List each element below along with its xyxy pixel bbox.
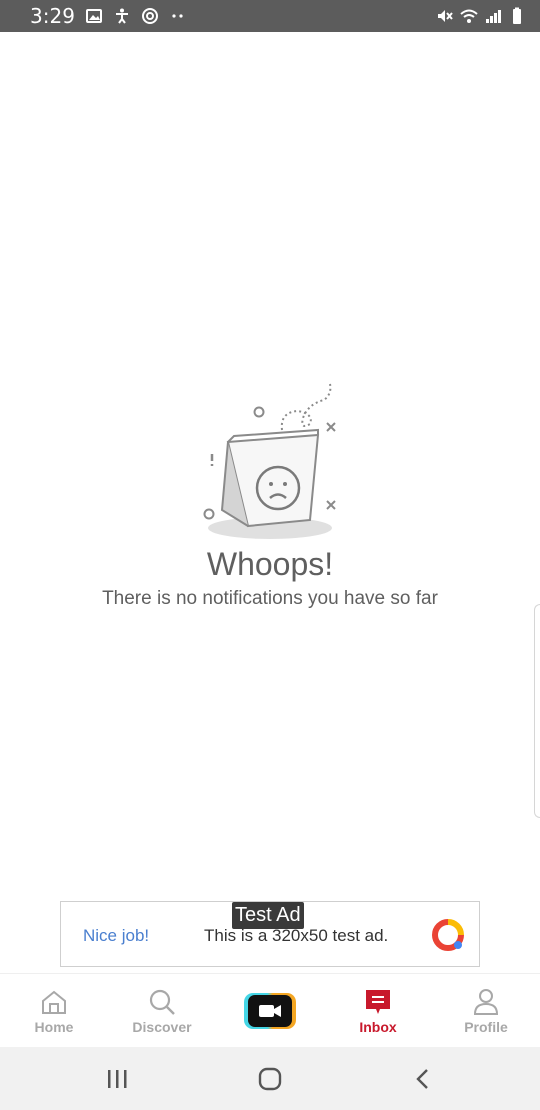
home-circle-icon [258, 1067, 282, 1090]
status-left-icons [85, 7, 187, 25]
back-icon [416, 1068, 429, 1089]
home-icon [42, 990, 66, 1014]
ad-logo-icon [432, 919, 464, 951]
recents-icon [107, 1069, 127, 1088]
record-video-button[interactable] [244, 993, 296, 1029]
nav-item-record[interactable] [216, 974, 324, 1048]
nav-item-inbox[interactable]: Inbox [324, 974, 432, 1048]
record-video-icon [259, 1005, 281, 1017]
back-button[interactable] [403, 1059, 443, 1099]
image-icon [85, 9, 102, 23]
side-panel-handle[interactable] [534, 604, 540, 818]
search-icon [149, 989, 175, 1015]
more-dots-icon [172, 14, 183, 18]
nav-label-profile: Profile [464, 1019, 508, 1035]
test-ad-tag: Test Ad [232, 902, 304, 929]
nav-label-inbox: Inbox [359, 1019, 397, 1035]
ad-headline: Nice job! [83, 926, 150, 945]
nav-item-profile[interactable]: Profile [432, 974, 540, 1048]
sync-icon [141, 8, 158, 24]
ad-text: This is a 320x50 test ad. [204, 926, 389, 945]
signal-icon [486, 10, 501, 23]
nav-item-discover[interactable]: Discover [108, 974, 216, 1048]
status-bar: 3:29 [0, 0, 540, 32]
wifi-icon [460, 9, 478, 23]
recents-button[interactable] [97, 1059, 137, 1099]
status-time: 3:29 [30, 4, 75, 28]
inbox-icon [366, 990, 390, 1014]
battery-icon [513, 7, 521, 24]
empty-state-title: Whoops! [206, 546, 334, 582]
mute-icon [438, 10, 453, 22]
nav-label-home: Home [34, 1019, 74, 1035]
status-right-icons [436, 7, 526, 25]
home-system-button[interactable] [250, 1059, 290, 1099]
profile-icon [473, 989, 499, 1015]
nav-item-home[interactable]: Home [0, 974, 108, 1048]
nav-label-discover: Discover [132, 1019, 192, 1035]
accessibility-icon [115, 8, 128, 24]
empty-state-subtitle: There is no notifications you have so fa… [102, 588, 438, 609]
system-nav-bar [0, 1047, 540, 1110]
sad-bag-illustration [203, 383, 336, 539]
bottom-nav: Home Discover Inbox Profile [0, 973, 540, 1047]
